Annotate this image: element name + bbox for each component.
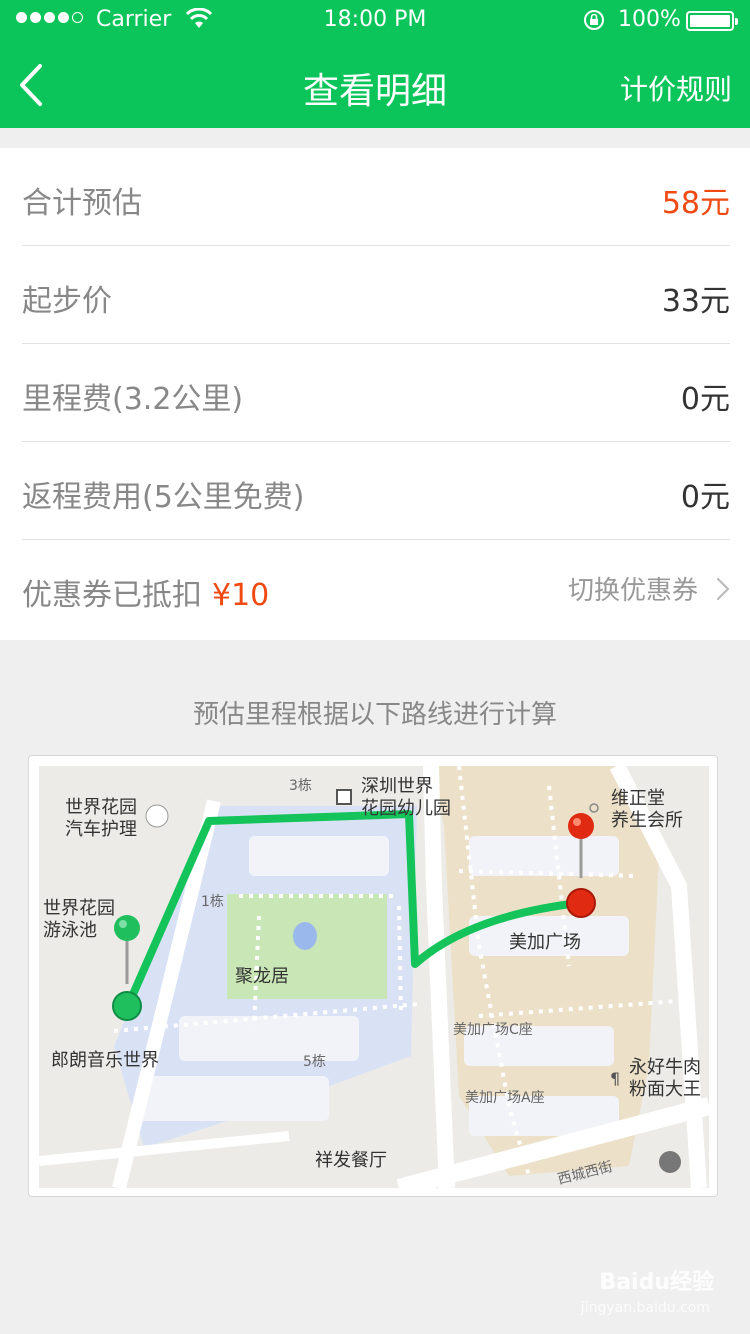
- route-caption: 预估里程根据以下路线进行计算: [192, 700, 557, 730]
- map-label-meijia-a: 美加广场A座: [465, 1090, 545, 1106]
- map-label-julongju: 聚龙居: [235, 966, 289, 987]
- route-map[interactable]: ¶ 世界花园 汽车护理 世界花园 游泳池 深圳世界 花园幼儿园 维正堂 养生会所…: [28, 755, 718, 1197]
- fare-label: 起步价: [22, 284, 112, 319]
- map-canvas[interactable]: ¶ 世界花园 汽车护理 世界花园 游泳池 深圳世界 花园幼儿园 维正堂 养生会所…: [39, 766, 709, 1188]
- chevron-right-icon: [716, 577, 730, 600]
- fare-label: 合计预估: [22, 186, 142, 221]
- battery-percent: 100%: [618, 7, 681, 32]
- map-label-langlang: 郎朗音乐世界: [51, 1050, 159, 1071]
- switch-coupon-label: 切换优惠券: [567, 576, 698, 606]
- restaurant-icon: ¶: [610, 1069, 620, 1088]
- fare-row-mileage: 里程费(3.2公里) 0元: [22, 344, 730, 442]
- fare-row-base: 起步价 33元: [22, 246, 730, 344]
- fare-value: 0元: [680, 480, 730, 515]
- wrench-icon: [145, 804, 169, 828]
- bus-stop-icon: [659, 1151, 681, 1173]
- map-label-yonghao-2: 粉面大王: [629, 1079, 701, 1100]
- fare-row-return: 返程费用(5公里免费) 0元: [22, 442, 730, 540]
- map-label-b1: 1栋: [201, 893, 224, 910]
- map-label-garden-pool-2: 游泳池: [43, 920, 97, 941]
- map-label-garden-car-2: 汽车护理: [65, 819, 137, 840]
- coupon-label-text: 优惠券已抵扣: [22, 578, 202, 613]
- fare-row-total: 合计预估 58元: [22, 148, 730, 246]
- map-label-kindergarten-2: 花园幼儿园: [361, 798, 451, 819]
- status-bar: Carrier 18:00 PM 100%: [0, 0, 750, 40]
- map-label-weizheng-2: 养生会所: [611, 810, 683, 831]
- school-icon: [336, 789, 352, 805]
- coupon-row[interactable]: 优惠券已抵扣 ¥10 切换优惠券: [22, 540, 730, 638]
- map-label-xiangfa: 祥发餐厅: [315, 1150, 387, 1171]
- watermark-url: jingyan.baidu.com: [580, 1300, 710, 1316]
- map-label-b3: 3栋: [289, 777, 312, 794]
- rotation-lock-icon: [584, 10, 604, 30]
- coupon-label: 优惠券已抵扣 ¥10: [22, 570, 269, 614]
- watermark-logo: Baidu经验: [599, 1270, 714, 1295]
- coupon-amount: ¥10: [212, 578, 270, 613]
- map-label-b5: 5栋: [303, 1053, 326, 1070]
- map-label-meijia-c: 美加广场C座: [453, 1022, 533, 1038]
- fare-value: 33元: [661, 284, 730, 319]
- pricing-rules-button[interactable]: 计价规则: [620, 68, 732, 108]
- fare-detail-list: 合计预估 58元 起步价 33元 里程费(3.2公里) 0元 返程费用(5公里免…: [0, 148, 750, 640]
- switch-coupon-button[interactable]: 切换优惠券: [568, 570, 730, 607]
- map-label-meijia: 美加广场: [509, 932, 581, 953]
- top-bar: Carrier 18:00 PM 100% 查看明细 计价规则: [0, 0, 750, 128]
- fare-value: 58元: [661, 186, 730, 221]
- map-label-garden-car: 世界花园: [65, 797, 137, 818]
- fare-value: 0元: [680, 382, 730, 417]
- map-label-garden-pool: 世界花园: [43, 898, 115, 919]
- battery-icon: [686, 11, 738, 31]
- fare-label: 里程费(3.2公里): [22, 382, 244, 417]
- map-label-weizheng: 维正堂: [611, 788, 665, 809]
- fare-label: 返程费用(5公里免费): [22, 480, 305, 515]
- map-label-kindergarten: 深圳世界: [361, 776, 433, 797]
- pond: [293, 922, 317, 950]
- map-label-yonghao: 永好牛肉: [629, 1057, 701, 1078]
